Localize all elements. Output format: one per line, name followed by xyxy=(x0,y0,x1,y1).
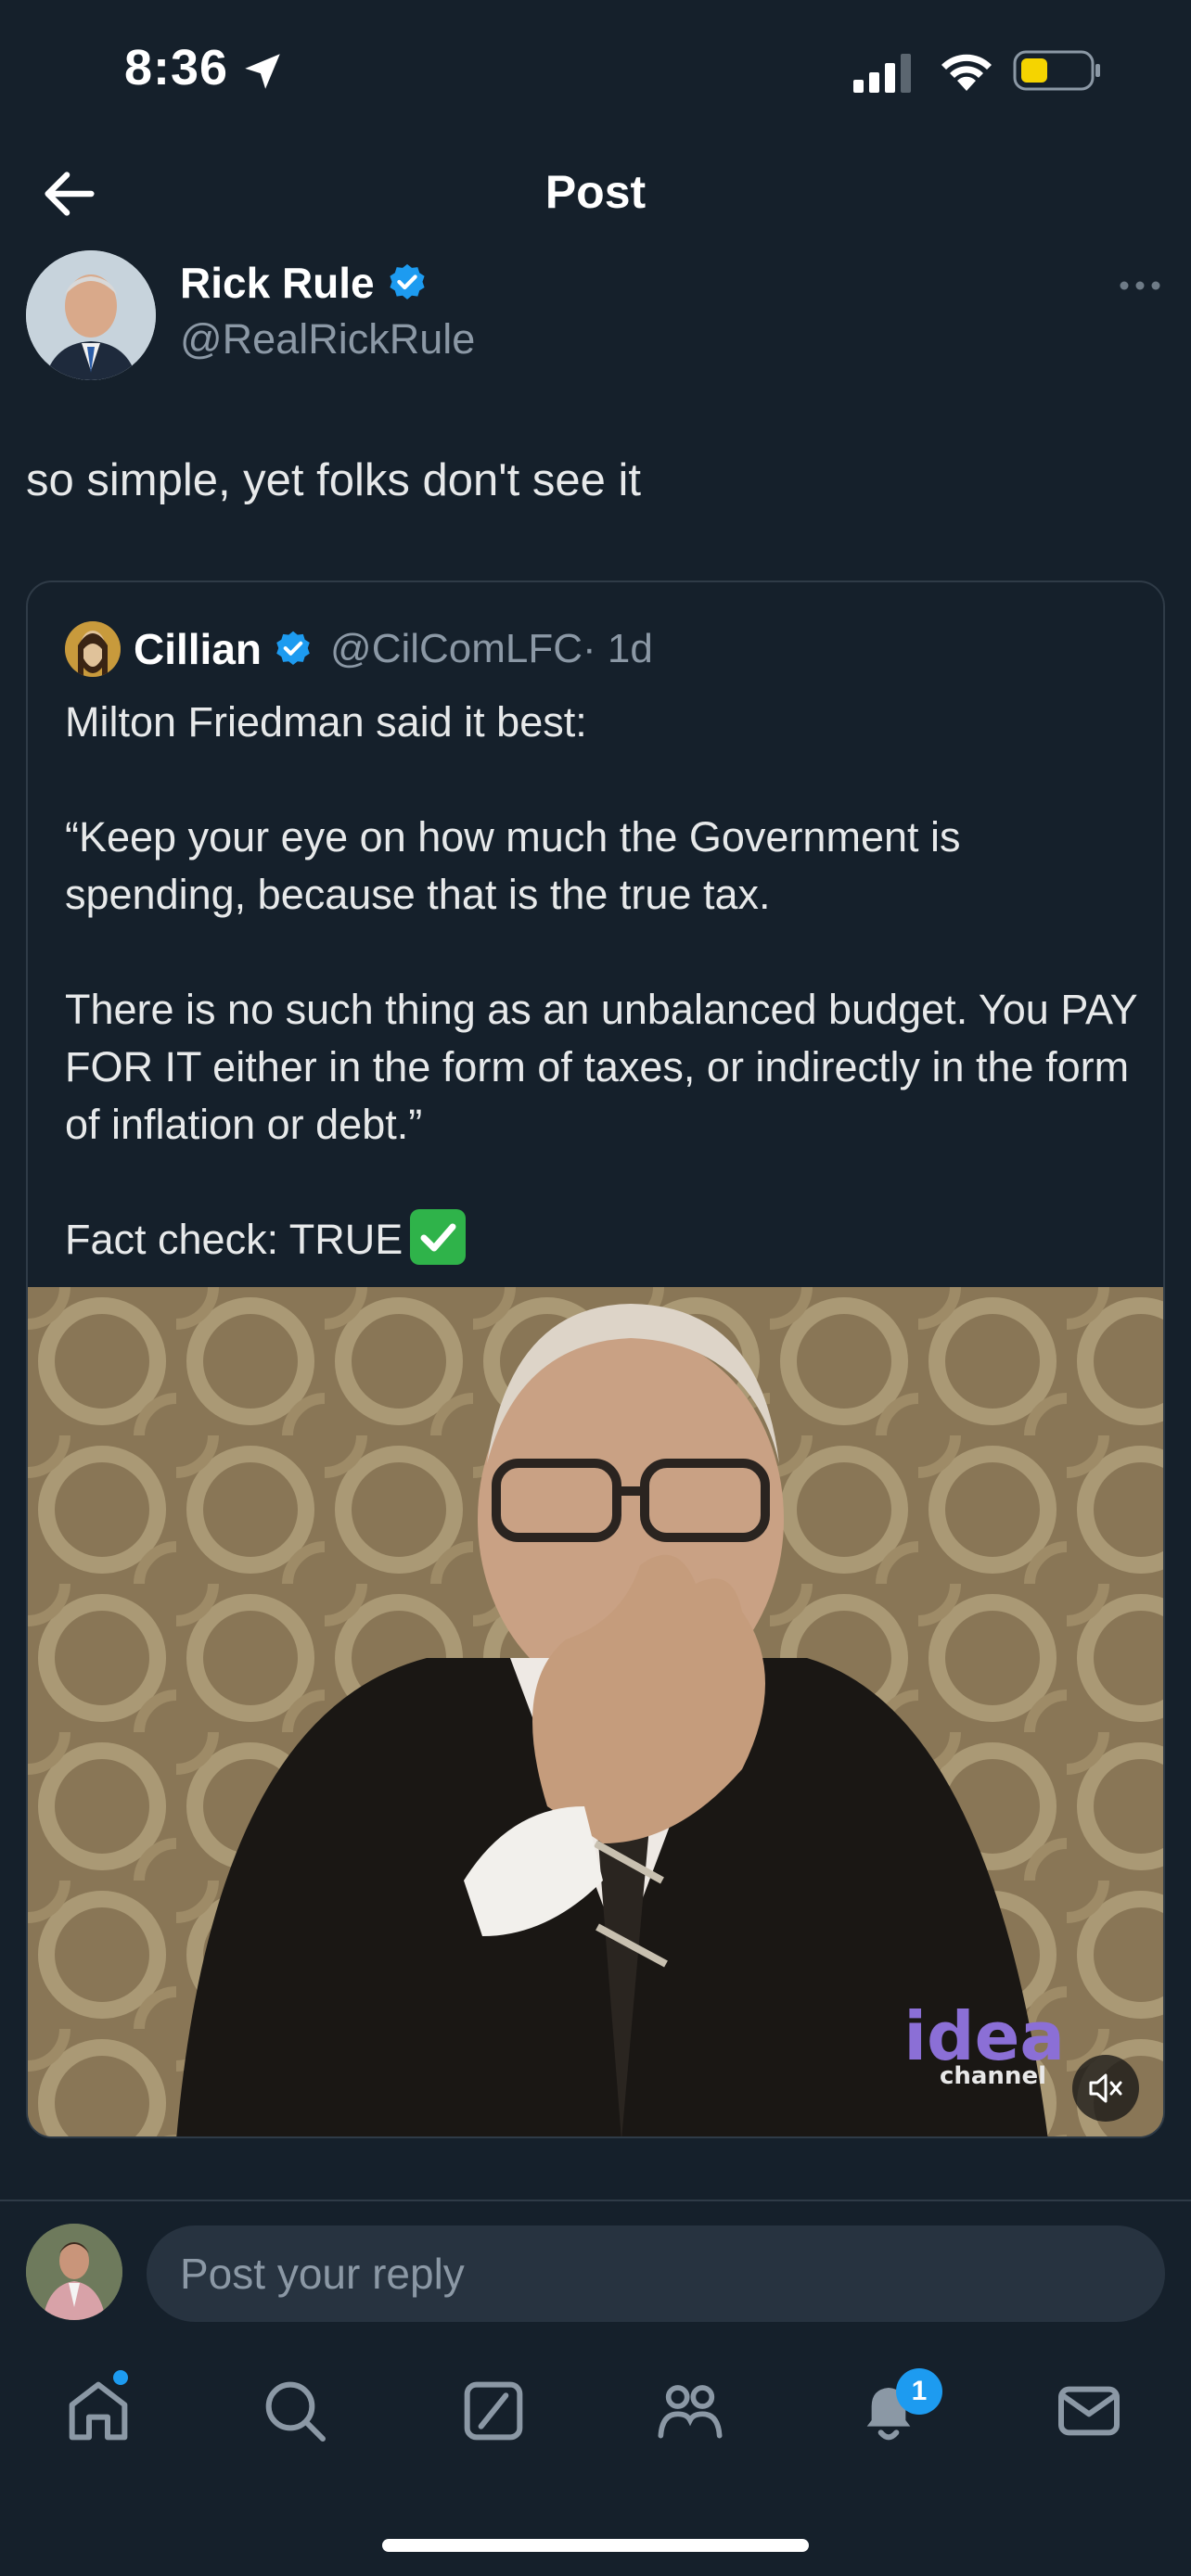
more-options-icon[interactable] xyxy=(1117,269,1163,302)
status-bar: 8:36 xyxy=(0,0,1191,139)
quote-paragraph-last: Fact check: TRUE xyxy=(65,1209,1141,1270)
wifi-icon xyxy=(941,54,992,91)
page-title: Post xyxy=(544,166,647,218)
quoted-author-avatar[interactable] xyxy=(65,621,121,677)
user-avatar[interactable] xyxy=(26,2224,122,2320)
quoted-author-handle[interactable]: @CilComLFC xyxy=(330,626,583,672)
check-mark-icon xyxy=(410,1209,467,1266)
quoted-post-header: Cillian @CilComLFC · 1d xyxy=(65,621,653,677)
quoted-author-name[interactable]: Cillian xyxy=(134,624,262,674)
bottom-tab-bar xyxy=(0,2355,1191,2467)
reply-input[interactable] xyxy=(147,2225,1165,2322)
status-time: 8:36 xyxy=(124,40,229,96)
cellular-signal-icon xyxy=(853,54,911,93)
header: Post xyxy=(0,139,1191,250)
divider xyxy=(0,2200,1191,2201)
home-indicator xyxy=(382,2539,809,2552)
quote-paragraph: Milton Friedman said it best: xyxy=(65,698,587,746)
home-unread-dot xyxy=(113,2370,128,2385)
search-icon[interactable] xyxy=(258,2374,332,2448)
author-name-row[interactable]: Rick Rule xyxy=(180,258,429,308)
fact-check-text: Fact check: TRUE xyxy=(65,1216,403,1263)
video-watermark: idea xyxy=(903,1997,1065,2075)
verified-badge-icon xyxy=(390,263,425,300)
author-avatar[interactable] xyxy=(26,250,156,380)
quote-paragraph: “Keep your eye on how much the Governmen… xyxy=(65,813,961,918)
quoted-post-text: Milton Friedman said it best: “Keep your… xyxy=(65,694,1141,1270)
messages-envelope-icon[interactable] xyxy=(1052,2374,1126,2448)
author-handle[interactable]: @RealRickRule xyxy=(180,315,475,363)
post-text: so simple, yet folks don't see it xyxy=(26,455,641,505)
home-icon[interactable] xyxy=(61,2374,135,2448)
location-arrow-icon xyxy=(245,54,280,89)
verified-badge-icon xyxy=(276,631,310,666)
video-watermark-sub: channel xyxy=(939,2062,1046,2090)
quote-paragraph: There is no such thing as an unbalanced … xyxy=(65,986,1137,1148)
grok-icon[interactable] xyxy=(456,2374,531,2448)
quoted-post-card[interactable]: Cillian @CilComLFC · 1d Milton Friedman … xyxy=(26,580,1165,2138)
author-name[interactable]: Rick Rule xyxy=(180,258,375,308)
battery-icon xyxy=(1013,50,1100,91)
notifications-badge: 1 xyxy=(896,2368,942,2415)
communities-icon[interactable] xyxy=(653,2374,727,2448)
mute-button[interactable] xyxy=(1072,2055,1139,2122)
quoted-post-time: · 1d xyxy=(583,626,653,671)
speaker-muted-icon xyxy=(1089,2073,1122,2103)
video-player[interactable]: idea channel xyxy=(28,1287,1163,2136)
